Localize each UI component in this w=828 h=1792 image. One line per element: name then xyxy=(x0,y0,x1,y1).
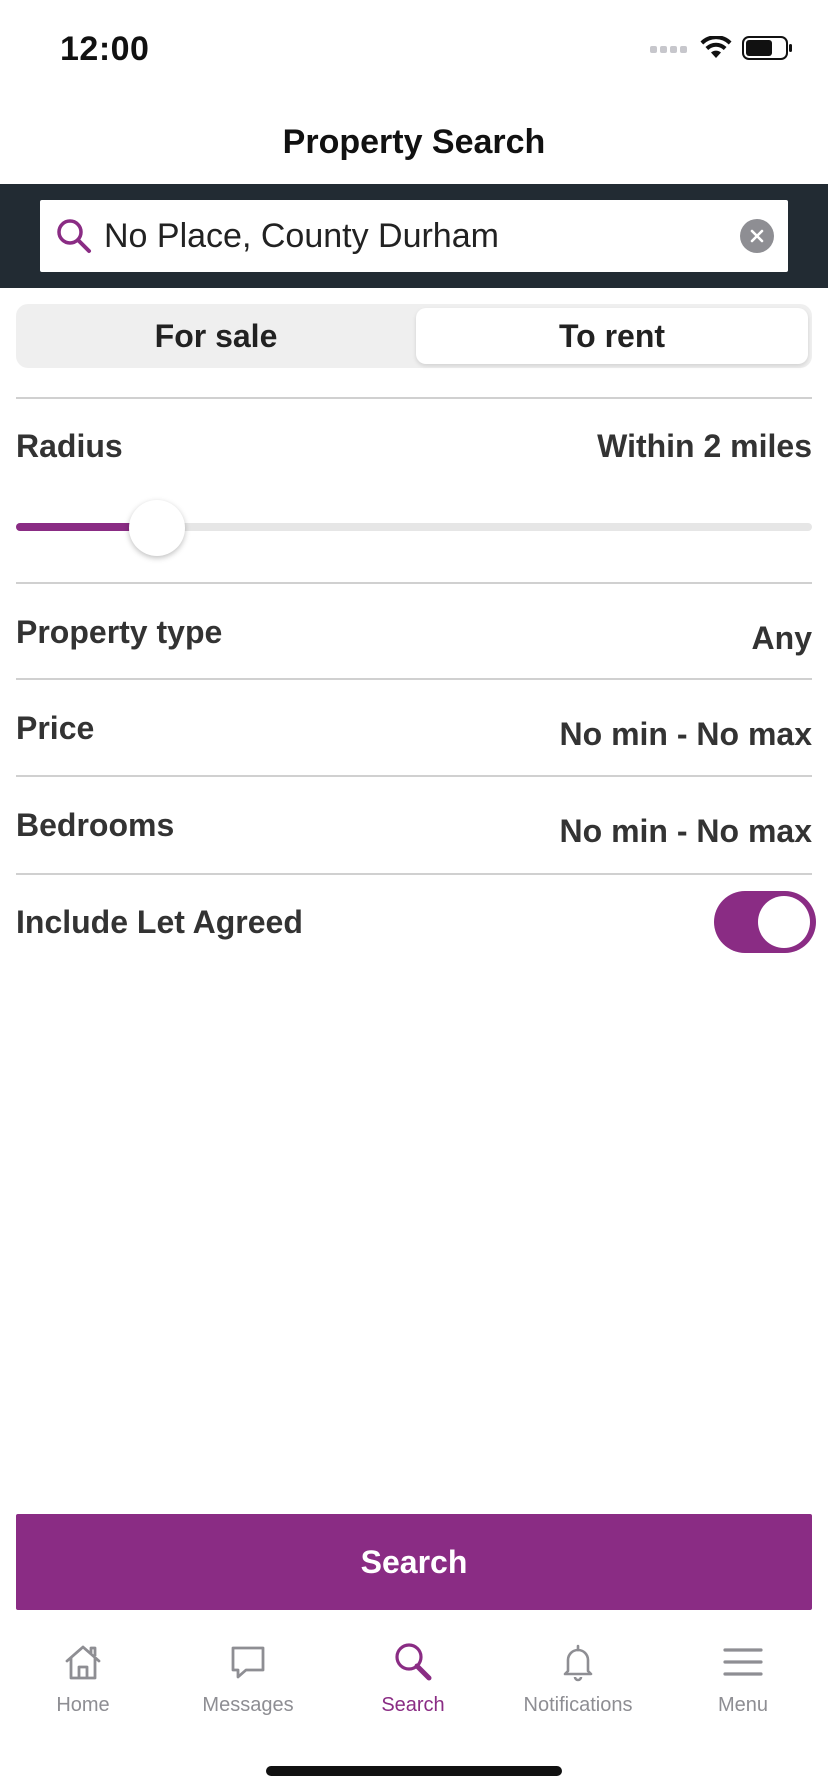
slider-thumb[interactable] xyxy=(129,500,186,556)
tab-bar: Home Messages Search Notifications Menu xyxy=(0,1624,828,1734)
bedrooms-value: No min - No max xyxy=(559,813,812,849)
radius-slider[interactable] xyxy=(16,500,812,556)
hamburger-menu-icon xyxy=(723,1648,763,1676)
tab-search[interactable]: Search xyxy=(330,1640,496,1730)
cellular-signal-icon xyxy=(650,46,687,53)
search-band xyxy=(0,184,828,288)
status-time: 12:00 xyxy=(60,30,150,68)
home-indicator xyxy=(266,1766,562,1776)
tab-label: Search xyxy=(381,1694,445,1716)
tab-label: Notifications xyxy=(523,1694,633,1716)
tab-notifications[interactable]: Notifications xyxy=(495,1640,661,1730)
radius-value: Within 2 miles xyxy=(597,428,812,464)
price-value: No min - No max xyxy=(559,716,812,752)
tab-label: Menu xyxy=(717,1694,769,1716)
wifi-icon xyxy=(700,36,732,58)
radius-label: Radius xyxy=(16,428,123,464)
bell-icon xyxy=(563,1644,593,1682)
property-type-label: Property type xyxy=(16,614,223,650)
property-type-value: Any xyxy=(751,620,812,656)
status-icons xyxy=(650,36,794,60)
tab-label: Home xyxy=(56,1694,110,1716)
toggle-knob xyxy=(758,896,810,948)
listing-type-segmented-control: For sale To rent xyxy=(16,304,812,368)
nav-bar: Property Search xyxy=(0,100,828,184)
price-label: Price xyxy=(16,710,95,746)
chat-bubble-icon xyxy=(231,1646,265,1679)
search-icon xyxy=(395,1643,432,1681)
let-agreed-label: Include Let Agreed xyxy=(16,904,303,940)
divider xyxy=(16,873,812,875)
location-search-input[interactable] xyxy=(102,200,702,272)
search-icon xyxy=(57,219,91,253)
tab-label: Messages xyxy=(202,1694,294,1716)
let-agreed-toggle[interactable] xyxy=(714,891,816,953)
segment-to-rent[interactable]: To rent xyxy=(416,308,808,364)
tab-menu[interactable]: Menu xyxy=(660,1640,826,1730)
tab-home[interactable]: Home xyxy=(0,1640,166,1730)
status-bar: 12:00 xyxy=(0,0,828,96)
clear-search-button[interactable] xyxy=(740,219,774,253)
divider xyxy=(16,397,812,399)
close-icon xyxy=(750,229,764,243)
tab-messages[interactable]: Messages xyxy=(165,1640,331,1730)
search-box[interactable] xyxy=(40,200,788,272)
home-icon xyxy=(65,1645,101,1680)
bedrooms-label: Bedrooms xyxy=(16,807,175,843)
battery-icon xyxy=(742,36,792,60)
slider-fill xyxy=(16,523,148,531)
page-title: Property Search xyxy=(282,122,546,161)
segment-for-sale[interactable]: For sale xyxy=(20,308,412,364)
search-button[interactable]: Search xyxy=(16,1514,812,1610)
